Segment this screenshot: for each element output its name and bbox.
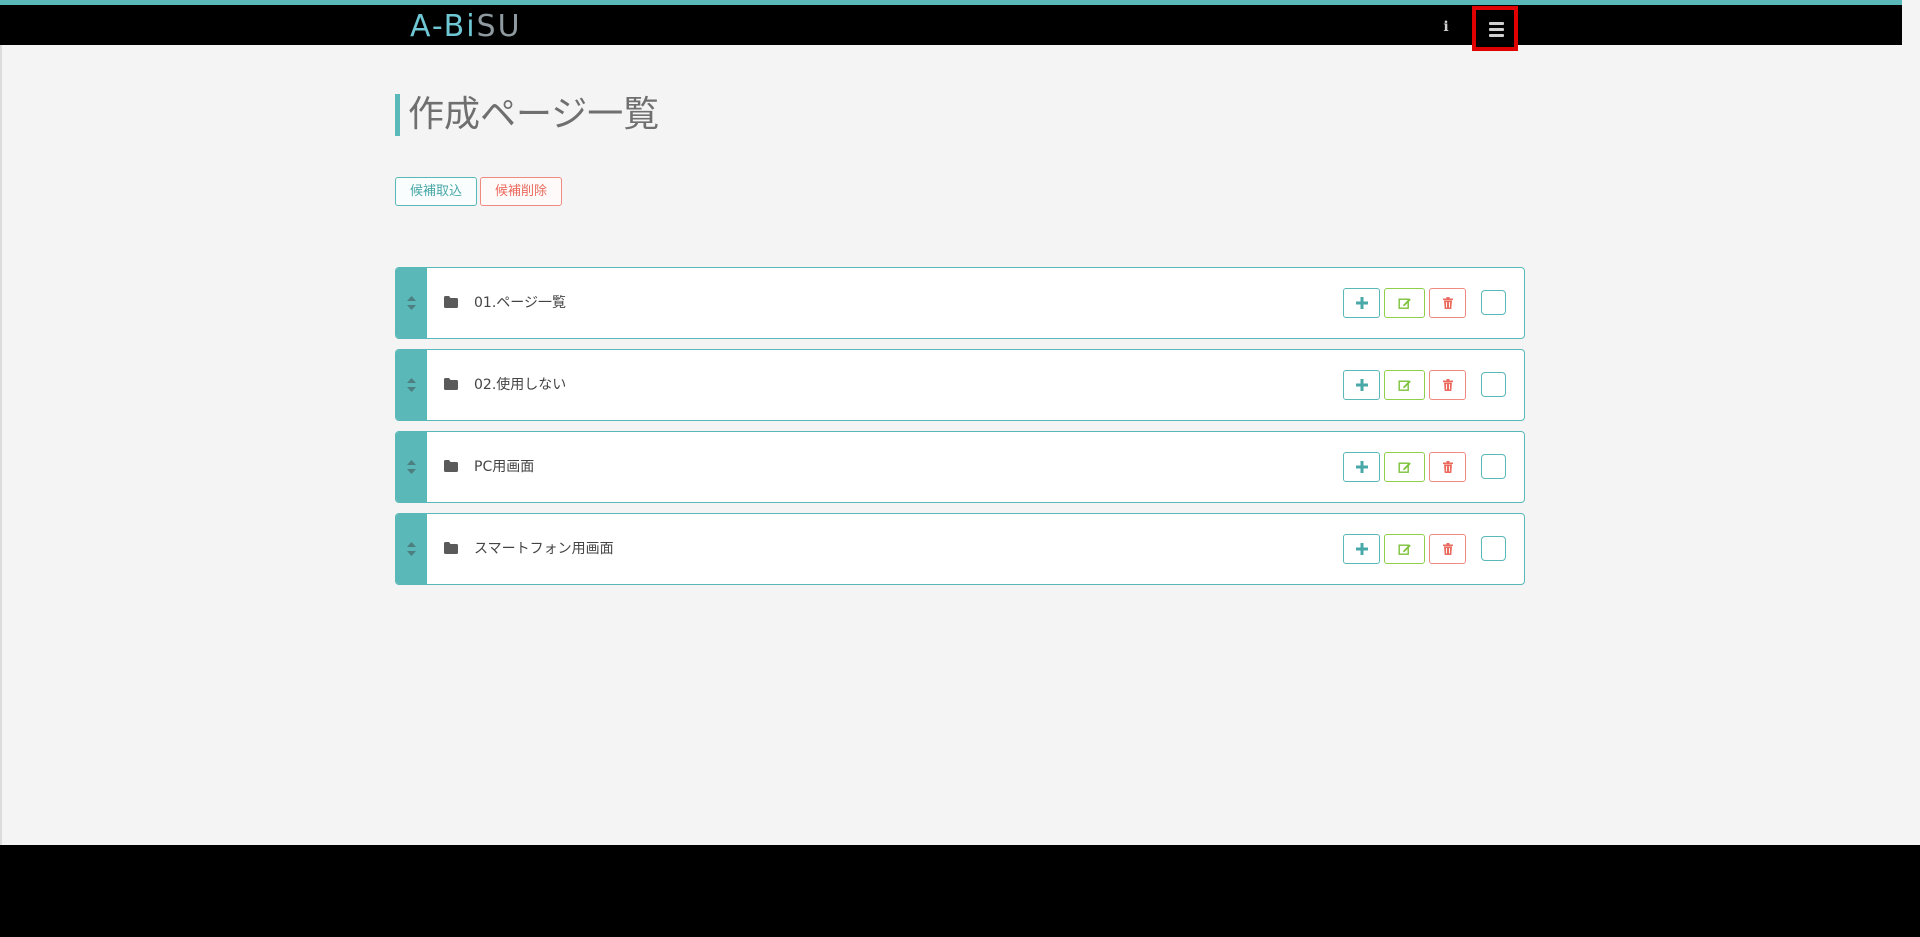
trash-icon bbox=[1442, 379, 1453, 391]
delete-button[interactable] bbox=[1429, 452, 1466, 482]
sort-icon bbox=[407, 460, 416, 474]
select-checkbox[interactable] bbox=[1481, 372, 1506, 397]
edit-button[interactable] bbox=[1384, 534, 1425, 564]
edit-button[interactable] bbox=[1384, 370, 1425, 400]
top-header: A-BiSU i bbox=[0, 0, 1902, 51]
select-checkbox[interactable] bbox=[1481, 454, 1506, 479]
trash-icon bbox=[1442, 297, 1453, 309]
menu-bar bbox=[1489, 28, 1504, 31]
drag-handle[interactable] bbox=[396, 268, 427, 338]
list-item: 01.ページ一覧 bbox=[395, 267, 1525, 339]
page-title: 作成ページ一覧 bbox=[395, 94, 659, 136]
info-icon[interactable]: i bbox=[1440, 17, 1452, 37]
candidate-import-button[interactable]: 候補取込 bbox=[395, 177, 477, 206]
folder-icon bbox=[444, 460, 458, 472]
delete-button[interactable] bbox=[1429, 288, 1466, 318]
list-item: スマートフォン用画面 bbox=[395, 513, 1525, 585]
sort-icon bbox=[407, 542, 416, 556]
plus-icon bbox=[1355, 543, 1368, 555]
list-item-label[interactable]: 01.ページ一覧 bbox=[474, 292, 566, 314]
logo[interactable]: A-BiSU bbox=[410, 11, 522, 43]
select-checkbox[interactable] bbox=[1481, 536, 1506, 561]
edit-icon bbox=[1398, 462, 1411, 473]
trash-icon bbox=[1442, 543, 1453, 555]
plus-icon bbox=[1355, 297, 1368, 309]
logo-main: A-Bi bbox=[410, 9, 477, 44]
edit-button[interactable] bbox=[1384, 452, 1425, 482]
logo-tail: SU bbox=[476, 9, 522, 44]
drag-handle[interactable] bbox=[396, 432, 427, 502]
edit-icon bbox=[1398, 380, 1411, 391]
folder-icon bbox=[444, 542, 458, 554]
edit-button[interactable] bbox=[1384, 288, 1425, 318]
folder-icon bbox=[444, 296, 458, 308]
plus-icon bbox=[1355, 461, 1368, 473]
scrollbar-track bbox=[1902, 0, 1920, 845]
trash-icon bbox=[1442, 461, 1453, 473]
plus-icon bbox=[1355, 379, 1368, 391]
menu-bar bbox=[1489, 22, 1504, 25]
menu-bar bbox=[1489, 34, 1504, 37]
page-list: 01.ページ一覧 02.使用しない PC用画面 スマートフォン用画面 bbox=[395, 267, 1525, 595]
sort-icon bbox=[407, 378, 416, 392]
add-child-button[interactable] bbox=[1343, 370, 1380, 400]
add-child-button[interactable] bbox=[1343, 288, 1380, 318]
sort-icon bbox=[407, 296, 416, 310]
add-child-button[interactable] bbox=[1343, 452, 1380, 482]
list-item: PC用画面 bbox=[395, 431, 1525, 503]
delete-button[interactable] bbox=[1429, 534, 1466, 564]
hamburger-menu-button[interactable] bbox=[1472, 6, 1518, 51]
list-item-label[interactable]: PC用画面 bbox=[474, 456, 534, 478]
edit-icon bbox=[1398, 544, 1411, 555]
list-item: 02.使用しない bbox=[395, 349, 1525, 421]
list-item-label[interactable]: 02.使用しない bbox=[474, 374, 566, 396]
delete-button[interactable] bbox=[1429, 370, 1466, 400]
edit-icon bbox=[1398, 298, 1411, 309]
drag-handle[interactable] bbox=[396, 514, 427, 584]
list-item-label[interactable]: スマートフォン用画面 bbox=[474, 538, 614, 560]
add-child-button[interactable] bbox=[1343, 534, 1380, 564]
candidate-delete-button[interactable]: 候補削除 bbox=[480, 177, 562, 206]
select-checkbox[interactable] bbox=[1481, 290, 1506, 315]
folder-icon bbox=[444, 378, 458, 390]
drag-handle[interactable] bbox=[396, 350, 427, 420]
